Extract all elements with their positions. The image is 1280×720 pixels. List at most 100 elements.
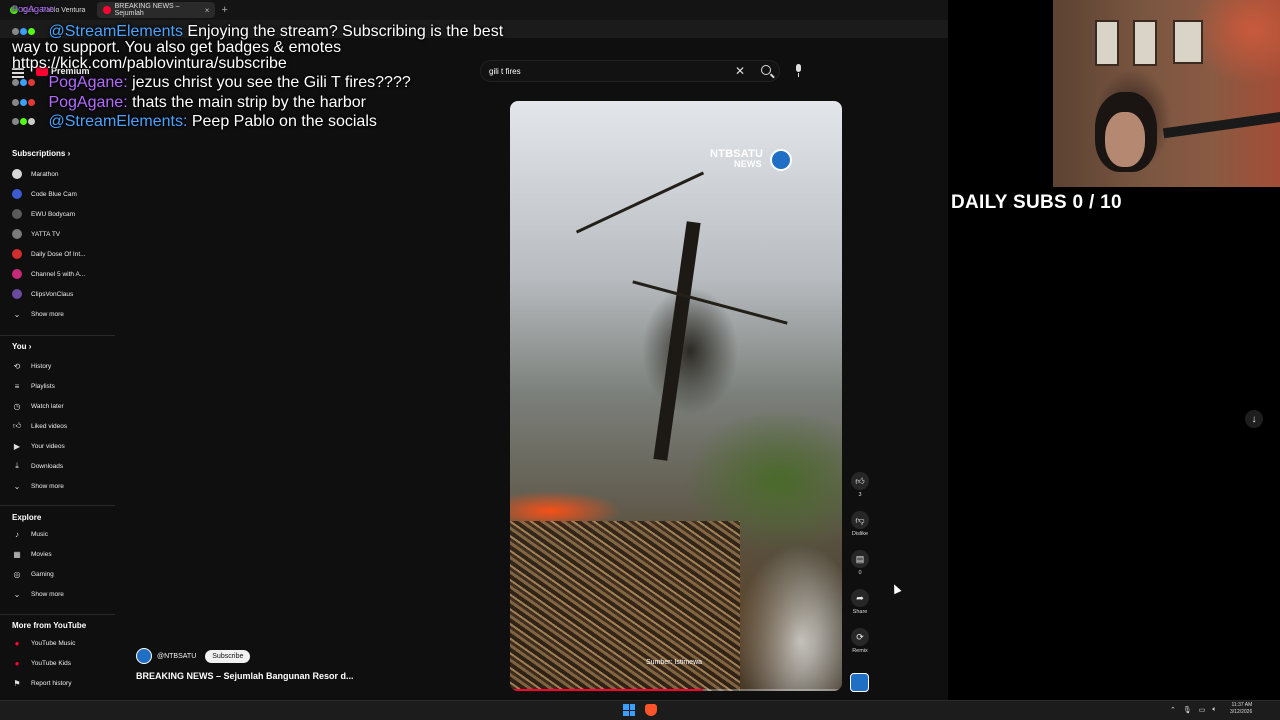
windows-start-icon[interactable] bbox=[623, 704, 635, 716]
clear-search-icon[interactable]: ✕ bbox=[735, 64, 745, 78]
chat-line: @StreamElements: Peep Pablo on the socia… bbox=[12, 113, 377, 131]
sidebar-item-history[interactable]: ⟲ History bbox=[12, 359, 112, 373]
watch-later-icon: ◷ bbox=[13, 401, 21, 411]
channel-avatar-icon bbox=[12, 209, 22, 219]
streamer-face bbox=[1105, 112, 1145, 167]
video-title[interactable]: BREAKING NEWS – Sejumlah Bangunan Resor … bbox=[136, 671, 354, 681]
sidebar-item-label: Show more bbox=[31, 590, 64, 598]
share-button[interactable]: ➦ Share bbox=[850, 589, 870, 615]
sidebar-item-subscription[interactable]: Daily Dose Of Int... bbox=[12, 247, 112, 261]
search-icon[interactable] bbox=[761, 65, 771, 75]
sidebar-item-report-history[interactable]: ⚑ Report history bbox=[12, 676, 112, 690]
sidebar-item-gaming[interactable]: ◎ Gaming bbox=[12, 567, 112, 581]
close-tab-icon[interactable]: × bbox=[205, 6, 210, 15]
sidebar-item-show-more[interactable]: ⌄ Show more bbox=[12, 479, 112, 493]
mic-tray-icon[interactable]: 🎙︎ bbox=[1183, 706, 1192, 714]
video-progress-bar[interactable] bbox=[510, 689, 842, 691]
microphone-icon[interactable] bbox=[793, 63, 804, 79]
network-icon[interactable]: ▭ bbox=[1199, 706, 1206, 714]
liked-videos-icon: 👍︎ bbox=[12, 421, 22, 430]
channel-avatar-icon bbox=[12, 269, 22, 279]
subscriptions-heading[interactable]: Subscriptions › bbox=[12, 149, 70, 158]
chat-message: thats the main strip by the harbor bbox=[132, 94, 366, 111]
sidebar-item-label: Show more bbox=[31, 310, 64, 318]
video-watermark: NTBSATU NEWS bbox=[710, 148, 764, 170]
sidebar-item-subscription[interactable]: Channel 5 with A... bbox=[12, 267, 112, 281]
arrow-down-icon[interactable]: ↓ bbox=[1245, 410, 1263, 428]
music-icon: ♪ bbox=[15, 529, 19, 539]
sidebar-item-youtube-music[interactable]: ● YouTube Music bbox=[12, 636, 112, 650]
channel-avatar[interactable] bbox=[136, 648, 152, 664]
subscribe-button[interactable]: Subscribe bbox=[205, 649, 251, 663]
search-input[interactable]: gili t fires ✕ bbox=[480, 60, 780, 82]
brave-browser-icon[interactable] bbox=[645, 704, 657, 716]
channel-avatar-icon bbox=[12, 249, 22, 259]
channel-avatar-icon bbox=[12, 229, 22, 239]
sound-channel-avatar[interactable] bbox=[850, 673, 869, 692]
comments-button[interactable]: ▤ 0 bbox=[850, 550, 870, 576]
sidebar-item-label: Show more bbox=[31, 482, 64, 490]
chat-message: way to support. You also get badges & em… bbox=[12, 39, 342, 56]
chevron-up-icon[interactable]: ⌃ bbox=[1170, 706, 1176, 714]
chat-message: Peep Pablo on the socials bbox=[191, 113, 377, 130]
chat-line: https://kick.com/pablovintura/subscribe bbox=[12, 55, 287, 73]
sidebar-item-label: Liked videos bbox=[31, 422, 68, 430]
sidebar-item-subscription[interactable]: ClipsVonClaus bbox=[12, 287, 112, 301]
playlists-icon: ≡ bbox=[14, 381, 20, 391]
history-icon: ⟲ bbox=[13, 361, 21, 371]
downloads-icon: ⤓ bbox=[15, 461, 19, 470]
taskbar-clock[interactable]: 11:37 AM 3/12/2026 bbox=[1230, 702, 1252, 716]
sidebar-item-subscription[interactable]: Code Blue Cam bbox=[12, 187, 112, 201]
sidebar-item-subscription[interactable]: YATTA TV bbox=[12, 227, 112, 241]
show-more-icon: ⌄ bbox=[13, 481, 21, 491]
shorts-video-player[interactable]: NTBSATU NEWS Sumber: Istimewa bbox=[510, 101, 842, 691]
video-progress-fill bbox=[510, 689, 703, 691]
chat-message: https://kick.com/pablovintura/subscribe bbox=[12, 55, 287, 72]
sidebar-item-movies[interactable]: ▦ Movies bbox=[12, 547, 112, 561]
system-tray: ⌃ 🎙︎ ▭ 🔈︎ bbox=[1170, 706, 1217, 714]
chat-line: PogAgane: thats the main strip by the ha… bbox=[12, 94, 366, 112]
channel-avatar-icon bbox=[12, 169, 22, 179]
sidebar-item-subscription[interactable]: Marathon bbox=[12, 167, 112, 181]
thumbs-down-icon: 👎︎ bbox=[851, 511, 869, 529]
chat-line: PogAgane: jezus christ you see the Gili … bbox=[12, 74, 411, 92]
more-from-youtube-heading: More from YouTube bbox=[12, 621, 87, 630]
channel-name[interactable]: @NTBSATU bbox=[157, 653, 196, 660]
you-heading[interactable]: You › bbox=[12, 342, 31, 351]
channel-avatar-icon bbox=[12, 189, 22, 199]
sidebar-show-more[interactable]: ⌄ Show more bbox=[12, 307, 112, 321]
sidebar-item-label: Code Blue Cam bbox=[31, 190, 77, 198]
chat-username: PogAgane bbox=[12, 4, 55, 14]
sidebar-item-label: Gaming bbox=[31, 570, 54, 578]
sidebar-item-youtube-kids[interactable]: ● YouTube Kids bbox=[12, 656, 112, 670]
sidebar-item-music[interactable]: ♪ Music bbox=[12, 527, 112, 541]
tab-favicon-icon bbox=[103, 6, 111, 14]
wall-frame bbox=[1133, 20, 1157, 66]
sidebar-item-show-more[interactable]: ⌄ Show more bbox=[12, 587, 112, 601]
volume-icon[interactable]: 🔈︎ bbox=[1212, 706, 1216, 714]
sidebar-item-label: Downloads bbox=[31, 462, 64, 470]
sidebar-item-label: YouTube Kids bbox=[31, 659, 71, 667]
sidebar-item-watch-later[interactable]: ◷ Watch later bbox=[12, 399, 112, 413]
video-debris bbox=[510, 521, 740, 691]
like-button[interactable]: 👍︎ 3 bbox=[850, 472, 870, 498]
sidebar-item-label: Playlists bbox=[31, 382, 55, 390]
new-tab-button[interactable]: + bbox=[221, 4, 227, 16]
gaming-icon: ◎ bbox=[13, 569, 21, 579]
channel-avatar-icon bbox=[12, 289, 22, 299]
sidebar-item-label: Daily Dose Of Int... bbox=[31, 250, 86, 258]
sidebar-item-label: Watch later bbox=[31, 402, 64, 410]
sidebar-item-subscription[interactable]: EWU Bodycam bbox=[12, 207, 112, 221]
remix-label: Remix bbox=[852, 648, 868, 654]
sidebar-item-liked-videos[interactable]: 👍︎ Liked videos bbox=[12, 419, 112, 433]
sidebar-item-label: Report history bbox=[31, 679, 72, 687]
sidebar-item-your-videos[interactable]: ▶ Your videos bbox=[12, 439, 112, 453]
browser-tab-youtube[interactable]: BREAKING NEWS – Sejumlah × bbox=[97, 2, 216, 18]
sidebar-item-downloads[interactable]: ⤓ Downloads bbox=[12, 459, 112, 473]
remix-button[interactable]: ⟳ Remix bbox=[850, 628, 870, 654]
sidebar-item-label: Music bbox=[31, 530, 48, 538]
sidebar-item-playlists[interactable]: ≡ Playlists bbox=[12, 379, 112, 393]
dislike-button[interactable]: 👎︎ Dislike bbox=[850, 511, 870, 537]
clock-date: 3/12/2026 bbox=[1230, 709, 1253, 715]
video-branch bbox=[575, 171, 705, 234]
